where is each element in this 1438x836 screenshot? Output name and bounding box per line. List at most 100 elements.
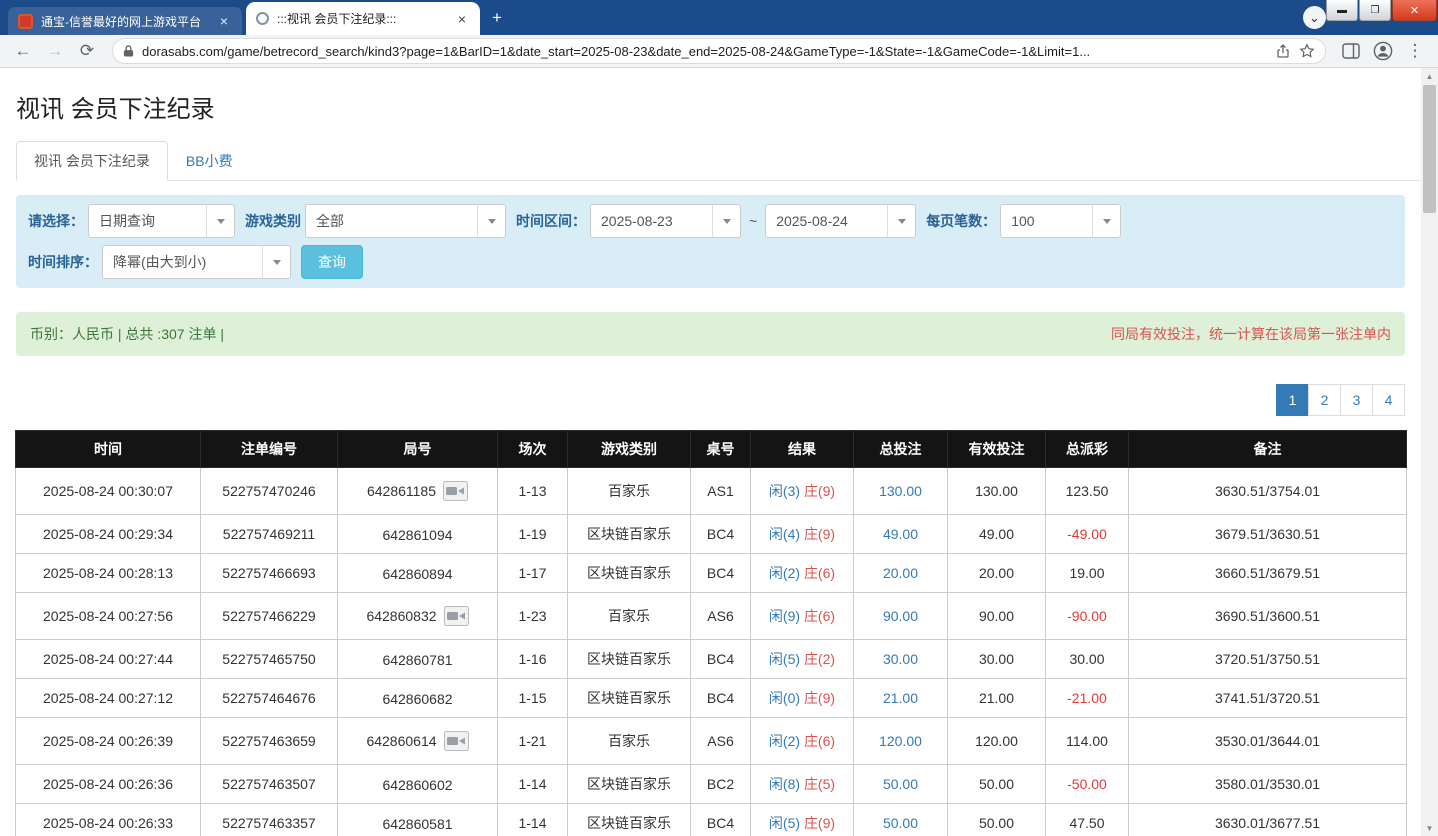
page-tab-strip: 视讯 会员下注纪录 BB小费	[16, 141, 1421, 181]
player-result: 闲(4)	[768, 526, 801, 542]
payout-value: 19.00	[1069, 565, 1105, 581]
table-header-cell: 备注	[1128, 430, 1407, 468]
time-cell: 2025-08-24 00:30:07	[15, 467, 201, 515]
tab-close-icon[interactable]: ×	[454, 11, 470, 27]
valid-bet-cell: 30.00	[947, 639, 1046, 679]
browser-tab-tongbao[interactable]: 通宝-信誉最好的网上游戏平台 ×	[8, 7, 242, 35]
player-result: 闲(5)	[768, 651, 801, 667]
round-cell: 642860894	[337, 553, 498, 593]
table-no-cell: BC4	[690, 514, 751, 554]
table-no-cell: BC4	[690, 678, 751, 718]
chevron-down-icon[interactable]	[477, 204, 506, 238]
page-number-button[interactable]: 2	[1308, 384, 1341, 416]
new-tab-button[interactable]: +	[484, 5, 510, 31]
video-replay-icon[interactable]	[443, 731, 469, 751]
payout-value: 114.00	[1066, 733, 1108, 749]
page-number-button[interactable]: 4	[1372, 384, 1405, 416]
site-info-lock-icon[interactable]	[123, 44, 134, 58]
profile-avatar-icon[interactable]	[1370, 38, 1396, 64]
chevron-down-icon[interactable]	[262, 245, 291, 279]
scroll-down-arrow[interactable]: ▼	[1421, 820, 1438, 836]
total-bet-link[interactable]: 49.00	[883, 526, 918, 542]
payout-value: 30.00	[1069, 651, 1105, 667]
round-cell: 642860614	[337, 717, 498, 765]
per-page-select[interactable]: 100	[1000, 204, 1122, 238]
total-bet-cell: 50.00	[853, 764, 948, 804]
total-bet-link[interactable]: 50.00	[883, 776, 918, 792]
tab-close-icon[interactable]: ×	[216, 13, 232, 29]
payout-value: 47.50	[1069, 815, 1105, 831]
game-type-select[interactable]: 全部	[305, 204, 506, 238]
session-cell: 1-14	[497, 764, 568, 804]
total-bet-link[interactable]: 21.00	[883, 690, 918, 706]
browser-tab-betrecord[interactable]: :::视讯 会员下注纪录::: ×	[246, 2, 480, 35]
forward-button[interactable]: →	[42, 38, 68, 64]
time-cell: 2025-08-24 00:26:33	[15, 803, 201, 836]
summary-bar: 币别：人民币 | 总共 :307 注单 | 同局有效投注，统一计算在该局第一张注…	[16, 312, 1405, 356]
total-bet-link[interactable]: 50.00	[883, 815, 918, 831]
video-replay-icon[interactable]	[443, 481, 469, 501]
query-type-select[interactable]: 日期查询	[88, 204, 235, 238]
table-row: 2025-08-24 00:27:12 522757464676 6428606…	[15, 678, 1407, 718]
table-no-cell: BC4	[690, 639, 751, 679]
chevron-down-icon[interactable]	[1092, 204, 1122, 238]
round-number: 642860614	[366, 733, 437, 749]
game-type-cell: 区块链百家乐	[567, 639, 691, 679]
session-cell: 1-15	[497, 678, 568, 718]
browser-menu-icon[interactable]: ⋮	[1402, 38, 1428, 64]
round-cell: 642860832	[337, 592, 498, 640]
address-bar[interactable]: dorasabs.com/game/betrecord_search/kind3…	[112, 38, 1326, 64]
total-bet-link[interactable]: 30.00	[883, 651, 918, 667]
url-text: dorasabs.com/game/betrecord_search/kind3…	[142, 43, 1091, 59]
bet-id-cell: 522757466229	[200, 592, 338, 640]
table-row: 2025-08-24 00:30:07 522757470246 6428611…	[15, 467, 1407, 515]
game-type-cell: 百家乐	[567, 717, 691, 765]
window-close-button[interactable]: ✕	[1392, 0, 1437, 21]
window-minimize-button[interactable]: ▬	[1326, 0, 1358, 21]
session-cell: 1-19	[497, 514, 568, 554]
game-type-value: 全部	[316, 213, 344, 229]
payout-cell: 30.00	[1045, 639, 1129, 679]
payout-value: -49.00	[1067, 526, 1107, 542]
bet-id-cell: 522757463507	[200, 764, 338, 804]
back-button[interactable]: ←	[10, 38, 36, 64]
time-cell: 2025-08-24 00:29:34	[15, 514, 201, 554]
scroll-up-arrow[interactable]: ▲	[1421, 68, 1438, 84]
total-bet-cell: 120.00	[853, 717, 948, 765]
total-bet-link[interactable]: 20.00	[883, 565, 918, 581]
side-panel-icon[interactable]	[1338, 38, 1364, 64]
scrollbar-thumb[interactable]	[1423, 85, 1436, 213]
chevron-down-icon[interactable]	[887, 204, 917, 238]
refresh-button[interactable]: ⟳	[74, 38, 100, 64]
total-bet-link[interactable]: 130.00	[879, 483, 922, 499]
chevron-down-icon[interactable]	[712, 204, 741, 238]
table-header-cell: 注单编号	[200, 430, 338, 468]
share-icon[interactable]	[1275, 43, 1291, 59]
tab-search-chevron-icon[interactable]: ⌄	[1303, 6, 1326, 29]
total-bet-link[interactable]: 120.00	[879, 733, 922, 749]
sort-select[interactable]: 降幂(由大到小)	[102, 245, 291, 279]
tab-betrecord[interactable]: 视讯 会员下注纪录	[16, 141, 168, 181]
bookmark-star-icon[interactable]	[1299, 43, 1315, 59]
video-replay-icon[interactable]	[443, 606, 469, 626]
note-cell: 3630.51/3754.01	[1128, 467, 1407, 515]
browser-toolbar: ← → ⟳ dorasabs.com/game/betrecord_search…	[0, 35, 1438, 68]
session-cell: 1-13	[497, 467, 568, 515]
page-number-button[interactable]: 3	[1340, 384, 1373, 416]
time-cell: 2025-08-24 00:27:44	[15, 639, 201, 679]
date-start-input[interactable]: 2025-08-23	[590, 204, 741, 238]
table-no-cell: AS6	[690, 717, 751, 765]
table-header-cell: 局号	[337, 430, 498, 468]
table-row: 2025-08-24 00:27:56 522757466229 6428608…	[15, 592, 1407, 640]
table-header-cell: 总投注	[853, 430, 948, 468]
chevron-down-icon[interactable]	[206, 204, 235, 238]
page-number-button[interactable]: 1	[1276, 384, 1309, 416]
tab-bb-tip[interactable]: BB小费	[168, 141, 251, 181]
search-button[interactable]: 查询	[301, 245, 363, 279]
page-scrollbar[interactable]: ▲ ▼	[1421, 68, 1438, 836]
game-type-cell: 区块链百家乐	[567, 678, 691, 718]
total-bet-link[interactable]: 90.00	[883, 608, 918, 624]
table-no-cell: BC4	[690, 553, 751, 593]
window-maximize-button[interactable]: ❐	[1359, 0, 1391, 21]
date-end-input[interactable]: 2025-08-24	[765, 204, 917, 238]
